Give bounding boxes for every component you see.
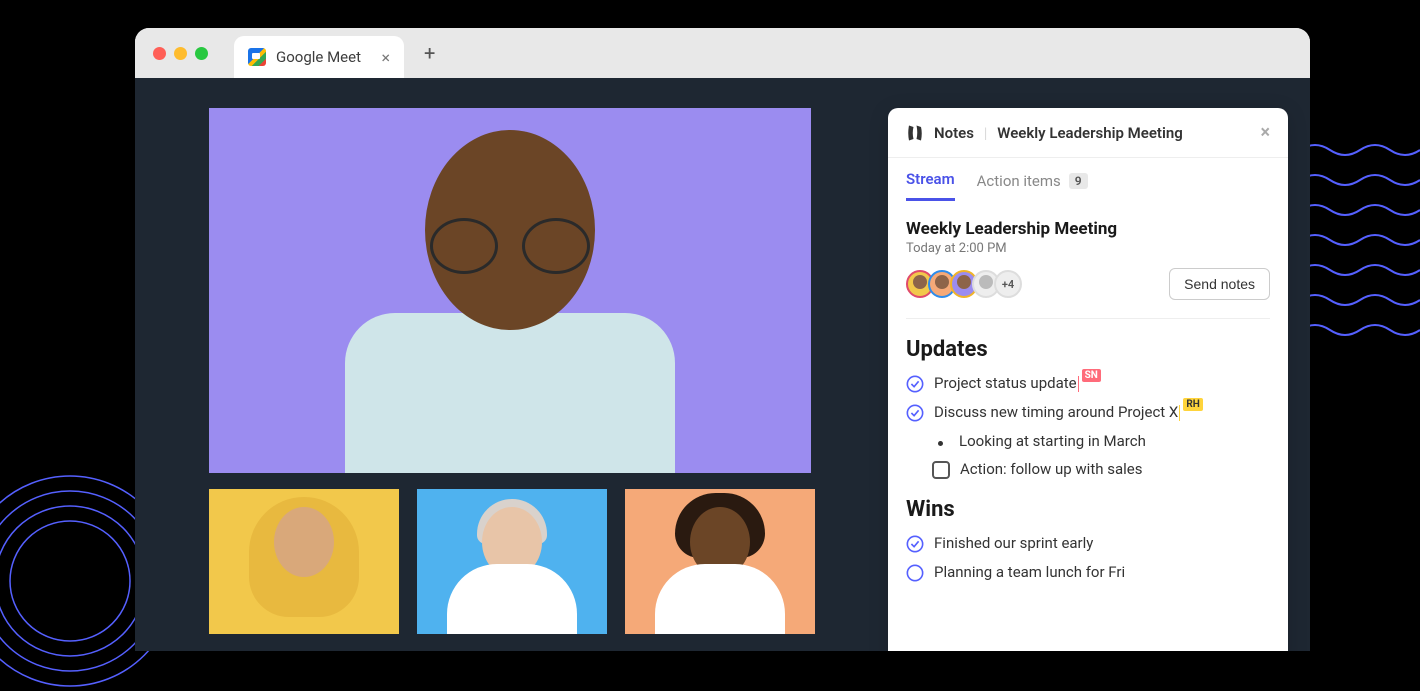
- minimize-window-button[interactable]: [174, 47, 187, 60]
- browser-window: Google Meet × + Notes | Weekly Leadershi…: [135, 28, 1310, 651]
- notes-header: Notes | Weekly Leadership Meeting ×: [888, 108, 1288, 158]
- notes-meeting-name: Weekly Leadership Meeting: [997, 124, 1183, 142]
- tab-stream[interactable]: Stream: [906, 170, 955, 201]
- browser-tab[interactable]: Google Meet ×: [234, 36, 404, 78]
- new-tab-button[interactable]: +: [412, 41, 447, 65]
- google-meet-icon: [248, 48, 266, 66]
- close-tab-icon[interactable]: ×: [381, 48, 390, 67]
- participant-tile[interactable]: [417, 489, 607, 634]
- meeting-title: Weekly Leadership Meeting: [906, 219, 1270, 239]
- hypercontext-logo-icon: [906, 124, 924, 142]
- bullet-icon: [938, 441, 943, 446]
- avatar-overflow[interactable]: +4: [994, 270, 1022, 298]
- close-window-button[interactable]: [153, 47, 166, 60]
- action-items-count: 9: [1069, 173, 1088, 189]
- check-circle-icon: [906, 375, 924, 393]
- meet-content: Notes | Weekly Leadership Meeting × Stre…: [135, 78, 1310, 651]
- notes-panel: Notes | Weekly Leadership Meeting × Stre…: [888, 108, 1288, 651]
- collaborator-tag: RH: [1183, 398, 1202, 411]
- collaborator-tag: SN: [1082, 369, 1101, 382]
- window-controls: [153, 47, 208, 60]
- section-wins-title: Wins: [906, 497, 1270, 522]
- circle-icon: [906, 564, 924, 582]
- agenda-item[interactable]: Project status updateSN: [906, 374, 1270, 393]
- agenda-item[interactable]: Discuss new timing around Project XRH: [906, 403, 1270, 422]
- check-circle-icon: [906, 404, 924, 422]
- participant-tile[interactable]: [625, 489, 815, 634]
- meeting-time: Today at 2:00 PM: [906, 241, 1270, 256]
- action-item[interactable]: Action: follow up with sales: [932, 460, 1270, 479]
- send-notes-button[interactable]: Send notes: [1169, 268, 1270, 300]
- maximize-window-button[interactable]: [195, 47, 208, 60]
- sub-bullet[interactable]: Looking at starting in March: [932, 432, 1270, 450]
- tab-title: Google Meet: [276, 48, 361, 66]
- tab-action-items[interactable]: Action items 9: [977, 170, 1088, 201]
- agenda-item[interactable]: Finished our sprint early: [906, 534, 1270, 553]
- browser-tab-bar: Google Meet × +: [135, 28, 1310, 78]
- main-video-tile[interactable]: [209, 108, 811, 473]
- notes-label: Notes: [934, 124, 974, 142]
- attendee-row: +4 Send notes: [906, 268, 1270, 300]
- close-panel-icon[interactable]: ×: [1260, 122, 1270, 143]
- agenda-item[interactable]: Planning a team lunch for Fri: [906, 563, 1270, 582]
- notes-tabs: Stream Action items 9: [888, 158, 1288, 201]
- check-circle-icon: [906, 535, 924, 553]
- section-updates-title: Updates: [906, 337, 1270, 362]
- participant-tile[interactable]: [209, 489, 399, 634]
- checkbox-icon[interactable]: [932, 461, 950, 479]
